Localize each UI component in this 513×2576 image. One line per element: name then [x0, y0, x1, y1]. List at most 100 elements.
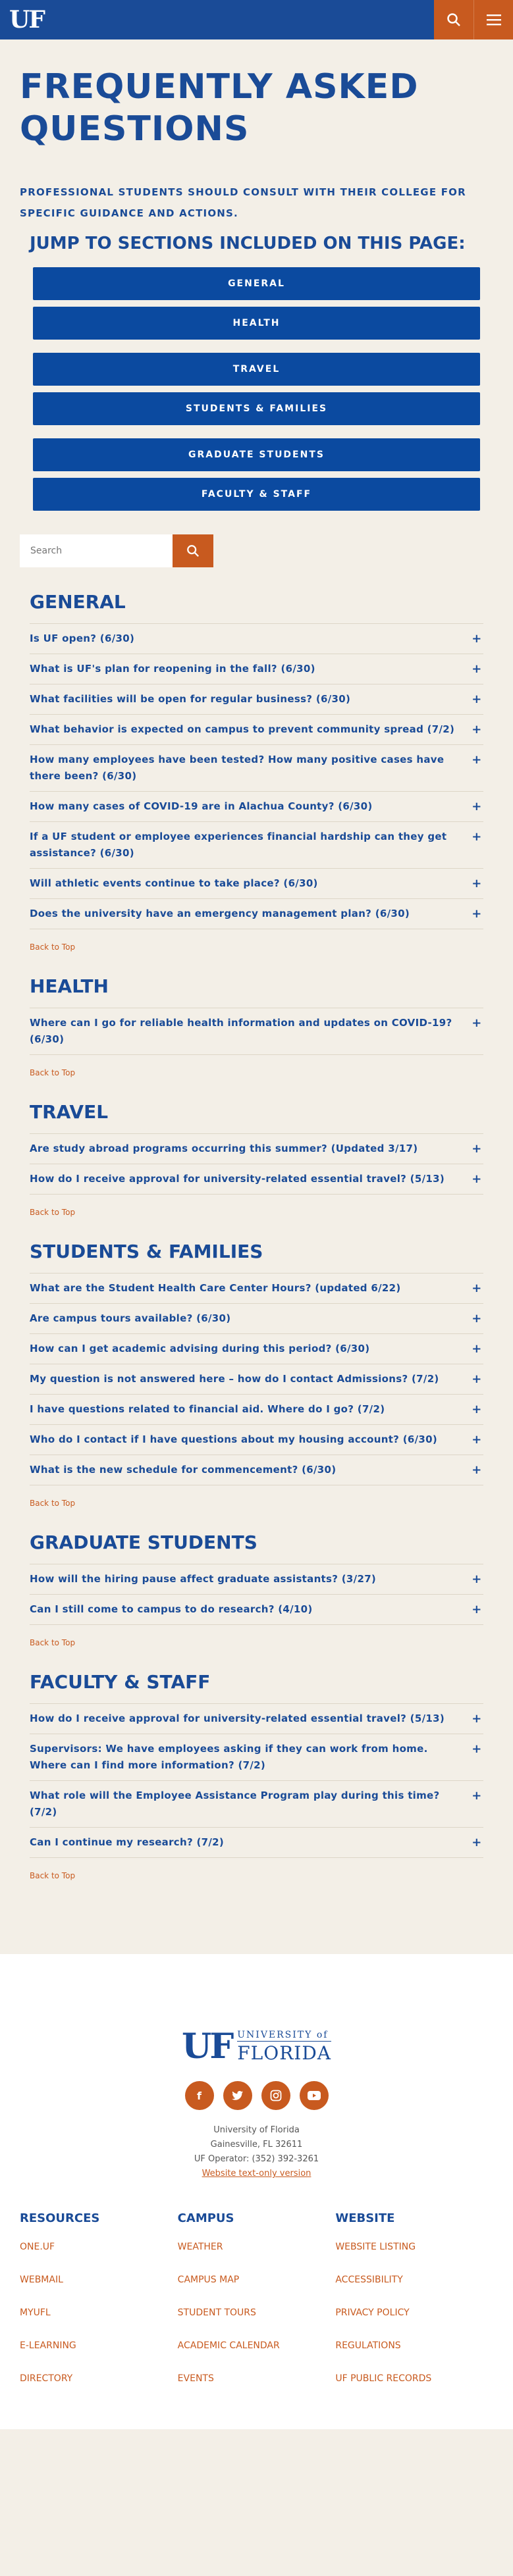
plus-icon: + [472, 723, 482, 736]
footer-link[interactable]: E-LEARNING [20, 2337, 178, 2354]
faq-question: Is UF open? (6/30) [30, 632, 135, 644]
faq-item[interactable]: Does the university have an emergency ma… [30, 898, 483, 929]
faq-item[interactable]: How will the hiring pause affect graduat… [30, 1564, 483, 1594]
faq-item[interactable]: I have questions related to financial ai… [30, 1394, 483, 1424]
faq-item[interactable]: Can I still come to campus to do researc… [30, 1594, 483, 1625]
footer-link[interactable]: PRIVACY POLICY [335, 2304, 493, 2321]
section-travel: TRAVEL Are study abroad programs occurri… [30, 1101, 483, 1217]
faq-item[interactable]: What is the new schedule for commencemen… [30, 1455, 483, 1485]
faq-question: Does the university have an emergency ma… [30, 908, 410, 919]
faq-item[interactable]: Where can I go for reliable health infor… [30, 1008, 483, 1055]
faq-item[interactable]: Who do I contact if I have questions abo… [30, 1424, 483, 1455]
faq-item[interactable]: What role will the Employee Assistance P… [30, 1780, 483, 1827]
plus-icon: + [472, 830, 482, 844]
footer-link[interactable]: REGULATIONS [335, 2337, 493, 2354]
section-faculty-staff: FACULTY & STAFF How do I receive approva… [30, 1671, 483, 1880]
jump-general-button[interactable]: GENERAL [33, 267, 480, 300]
faq-question: Are study abroad programs occurring this… [30, 1143, 418, 1154]
faq-item[interactable]: Are campus tours available? (6/30) + [30, 1303, 483, 1333]
plus-icon: + [472, 907, 482, 921]
jump-faculty-staff-button[interactable]: FACULTY & STAFF [33, 478, 480, 511]
back-to-top-link[interactable]: Back to Top [30, 1871, 483, 1880]
facebook-icon[interactable]: f [184, 2081, 214, 2110]
faq-item[interactable]: What behavior is expected on campus to p… [30, 714, 483, 744]
faq-question: What are the Student Health Care Center … [30, 1282, 401, 1294]
youtube-icon[interactable] [299, 2081, 329, 2110]
faq-item[interactable]: How do I receive approval for university… [30, 1164, 483, 1195]
plus-icon: + [472, 1281, 482, 1295]
faq-question: What behavior is expected on campus to p… [30, 723, 455, 735]
instagram-icon[interactable] [261, 2081, 290, 2110]
back-to-top-link[interactable]: Back to Top [30, 1638, 483, 1647]
footer-link[interactable]: EVENTS [178, 2370, 336, 2387]
footer-logo-wordmark: UNIVERSITY of FLORIDA [237, 2030, 332, 2064]
faq-item[interactable]: Will athletic events continue to take pl… [30, 868, 483, 898]
menu-icon[interactable] [473, 0, 513, 39]
plus-icon: + [472, 1312, 482, 1326]
footer-logo-large: FLORIDA [237, 2042, 332, 2064]
page-title: FREQUENTLY ASKED QUESTIONS [20, 67, 419, 149]
footer-link[interactable]: MYUFL [20, 2304, 178, 2321]
footer-logo-uf: UF [181, 2026, 234, 2067]
faq-item[interactable]: If a UF student or employee experiences … [30, 821, 483, 868]
footer-link[interactable]: DIRECTORY [20, 2370, 178, 2387]
footer-link[interactable]: WEBMAIL [20, 2271, 178, 2288]
plus-icon: + [472, 1016, 482, 1030]
search-submit-button[interactable] [173, 534, 213, 567]
faq-item[interactable]: Can I continue my research? (7/2) + [30, 1827, 483, 1858]
faq-question: My question is not answered here – how d… [30, 1373, 439, 1385]
faq-item[interactable]: How many employees have been tested? How… [30, 744, 483, 791]
plus-icon: + [472, 800, 482, 813]
footer-link[interactable]: CAMPUS MAP [178, 2271, 336, 2288]
back-to-top-link[interactable]: Back to Top [30, 1499, 483, 1508]
plus-icon: + [472, 662, 482, 676]
footer-link[interactable]: UF PUBLIC RECORDS [335, 2370, 493, 2387]
footer-column-title: CAMPUS [177, 2211, 234, 2225]
footer-link[interactable]: ACADEMIC CALENDAR [178, 2337, 336, 2354]
faq-item[interactable]: How many cases of COVID-19 are in Alachu… [30, 791, 483, 821]
section-title: HEALTH [30, 975, 109, 997]
faq-item[interactable]: How can I get academic advising during t… [30, 1333, 483, 1364]
faq-question: Can I continue my research? (7/2) [30, 1836, 225, 1848]
faq-item[interactable]: How do I receive approval for university… [30, 1703, 483, 1734]
faq-item[interactable]: Is UF open? (6/30) + [30, 623, 483, 654]
footer-link[interactable]: ACCESSIBILITY [335, 2271, 493, 2288]
faq-item[interactable]: Are study abroad programs occurring this… [30, 1133, 483, 1164]
jump-travel-button[interactable]: TRAVEL [33, 353, 480, 386]
footer-column-title: WEBSITE [335, 2211, 395, 2225]
faq-question: Supervisors: We have employees asking if… [30, 1743, 428, 1771]
footer-logo[interactable]: UF UNIVERSITY of FLORIDA [20, 2026, 493, 2067]
back-to-top-link[interactable]: Back to Top [30, 1208, 483, 1217]
uf-logo[interactable]: UF [9, 6, 45, 34]
plus-icon: + [472, 1342, 482, 1356]
footer-link[interactable]: ONE.UF [20, 2238, 178, 2255]
plus-icon: + [472, 1172, 482, 1186]
faq-question: How do I receive approval for university… [30, 1713, 445, 1724]
search-input[interactable] [20, 534, 173, 567]
faq-question: What is UF's plan for reopening in the f… [30, 663, 315, 675]
footer-column-website: WEBSITE WEBSITE LISTING ACCESSIBILITY PR… [335, 2211, 493, 2403]
plus-icon: + [472, 1789, 482, 1803]
footer-link[interactable]: WEBSITE LISTING [335, 2238, 493, 2255]
faq-item[interactable]: What are the Student Health Care Center … [30, 1273, 483, 1303]
section-title: STUDENTS & FAMILIES [30, 1241, 263, 1262]
faq-item[interactable]: What facilities will be open for regular… [30, 684, 483, 714]
jump-graduate-students-button[interactable]: GRADUATE STUDENTS [33, 438, 480, 471]
plus-icon: + [472, 1712, 482, 1726]
back-to-top-link[interactable]: Back to Top [30, 942, 483, 952]
text-only-link[interactable]: Website text-only version [20, 2167, 493, 2181]
faq-item[interactable]: My question is not answered here – how d… [30, 1364, 483, 1394]
search-icon[interactable] [434, 0, 473, 39]
faq-question: What facilities will be open for regular… [30, 693, 351, 705]
intro-text: PROFESSIONAL STUDENTS SHOULD CONSULT WIT… [20, 186, 466, 219]
plus-icon: + [472, 1403, 482, 1416]
footer-link[interactable]: STUDENT TOURS [178, 2304, 336, 2321]
back-to-top-link[interactable]: Back to Top [30, 1068, 483, 1077]
faq-item[interactable]: What is UF's plan for reopening in the f… [30, 654, 483, 684]
jump-health-button[interactable]: HEALTH [33, 307, 480, 340]
jump-students-families-button[interactable]: STUDENTS & FAMILIES [33, 392, 480, 425]
twitter-icon[interactable] [223, 2081, 252, 2110]
footer-link[interactable]: WEATHER [178, 2238, 336, 2255]
faq-item[interactable]: Supervisors: We have employees asking if… [30, 1734, 483, 1780]
section-graduate-students: GRADUATE STUDENTS How will the hiring pa… [30, 1532, 483, 1647]
